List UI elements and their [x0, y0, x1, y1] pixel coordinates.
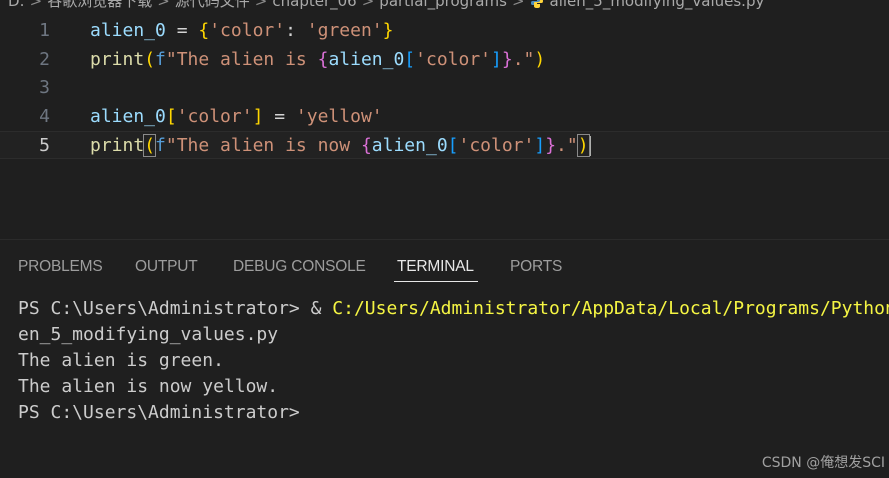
code-line[interactable]: 4 alien_0['color'] = 'yellow' [0, 103, 889, 131]
watermark: CSDN @俺想发SCI [761, 455, 885, 471]
breadcrumb: D: > 谷歌浏览器下载 > 源代码文件 > chapter_06 > partial_prog… [0, 0, 889, 16]
code-text: print(f"The alien is {alien_0['color']}.… [90, 48, 546, 70]
panel-tabs: PROBLEMS OUTPUT DEBUG CONSOLE TERMINAL P… [0, 240, 889, 286]
text-cursor [588, 136, 591, 157]
breadcrumb-item[interactable]: chapter_06 [272, 0, 356, 10]
tab-ports[interactable]: PORTS [510, 258, 562, 276]
code-line[interactable]: 2 print(f"The alien is {alien_0['color']}… [0, 46, 889, 74]
breadcrumb-separator: > [157, 0, 170, 10]
terminal-line: en_5_modifying_values.py [18, 324, 279, 345]
breadcrumb-item[interactable]: D: [8, 0, 25, 10]
line-number: 2 [39, 48, 50, 70]
breadcrumb-separator: > [29, 0, 43, 10]
breadcrumb-item[interactable]: 谷歌浏览器下载 [47, 0, 152, 10]
breadcrumb-separator: > [254, 0, 268, 10]
terminal-line: The alien is green. [18, 350, 224, 371]
code-text: alien_0 = {'color': 'green'} [90, 20, 394, 41]
tab-debug-console[interactable]: DEBUG CONSOLE [233, 258, 366, 276]
terminal-output[interactable]: PS C:\Users\Administrator> & C:/Users/Ad… [18, 296, 889, 426]
breadcrumb-separator: > [511, 0, 525, 10]
tab-problems[interactable]: PROBLEMS [18, 258, 103, 276]
tab-terminal[interactable]: TERMINAL [397, 258, 474, 276]
terminal-prompt: PS C:\Users\Administrator> & [18, 298, 333, 319]
terminal-command-path: C:/Users/Administrator/AppData/Local/Pro… [332, 298, 889, 319]
terminal-line: The alien is now yellow. [18, 376, 279, 397]
code-editor[interactable]: 1 alien_0 = {'color': 'green'} 2 print(f"Th… [0, 17, 889, 239]
python-file-icon [530, 0, 543, 8]
code-line[interactable]: 1 alien_0 = {'color': 'green'} [0, 17, 889, 45]
code-line[interactable]: 5 print(f"The alien is now {alien_0['colo… [0, 131, 889, 160]
breadcrumb-item[interactable]: 源代码文件 [175, 0, 250, 10]
terminal-line: PS C:\Users\Administrator> & C:/Users/Ad… [18, 296, 889, 322]
terminal-prompt-line: PS C:\Users\Administrator> [18, 402, 300, 423]
code-line[interactable]: 3 [0, 74, 889, 102]
tab-output[interactable]: OUTPUT [135, 258, 198, 276]
line-number: 1 [39, 20, 50, 41]
breadcrumb-separator: > [361, 0, 375, 10]
line-number: 5 [39, 135, 50, 157]
active-tab-indicator [394, 281, 478, 282]
breadcrumb-file[interactable]: alien_5_modifying_values.py [550, 0, 765, 10]
code-text: alien_0['color'] = 'yellow' [90, 105, 383, 127]
line-number: 4 [39, 105, 50, 127]
breadcrumb-items: D: > 谷歌浏览器下载 > 源代码文件 > chapter_06 > partial_prog… [8, 0, 764, 11]
line-number: 3 [39, 77, 50, 99]
code-text: print(f"The alien is now {alien_0['color… [90, 134, 591, 158]
breadcrumb-item[interactable]: partial_programs [379, 0, 507, 10]
